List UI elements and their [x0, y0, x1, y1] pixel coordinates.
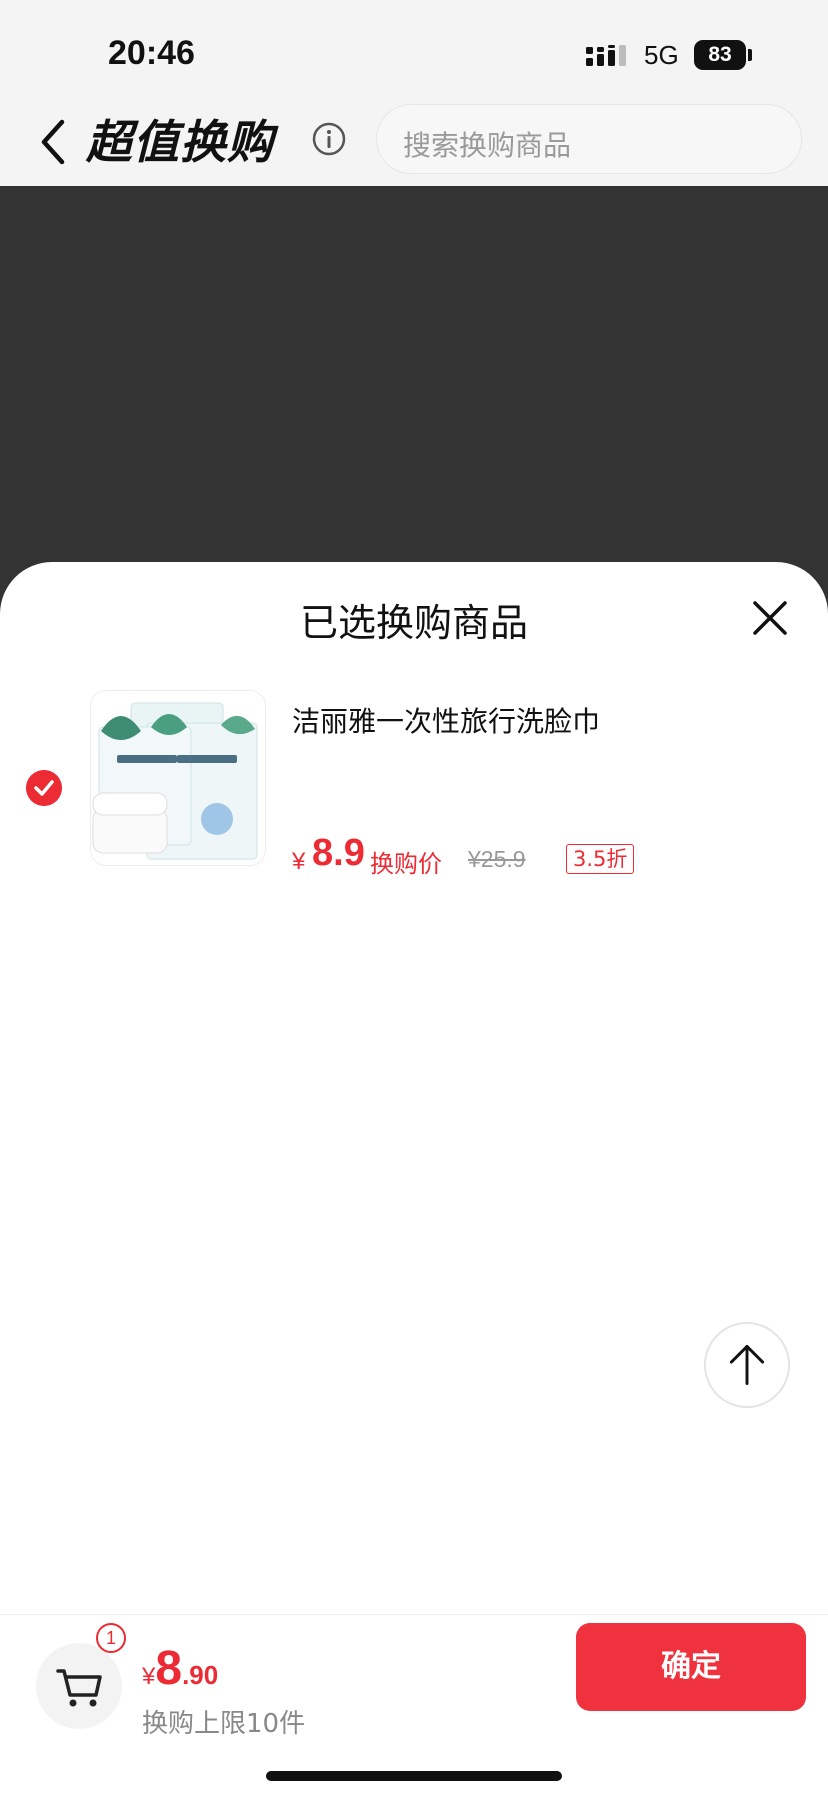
discount-badge: 3.5折: [566, 844, 635, 874]
sheet-title: 已选换购商品: [299, 601, 528, 645]
confirm-button[interactable]: 确定: [576, 1623, 806, 1711]
status-bar: 20:46 5G 83: [0, 0, 828, 100]
exchange-price-label: 换购价: [370, 850, 442, 878]
back-arrow-icon[interactable]: [36, 116, 70, 168]
total-price-dec: .90: [182, 1660, 219, 1690]
home-indicator[interactable]: [266, 1771, 562, 1781]
close-icon[interactable]: [750, 598, 790, 638]
status-time: 20:46: [108, 34, 195, 72]
search-placeholder: 搜索换购商品: [403, 129, 572, 162]
arrow-up-icon[interactable]: [704, 1322, 790, 1408]
exchange-price: 8.9: [312, 832, 365, 874]
checkout-bar: 1 ¥8.90 换购上限10件 确定: [0, 1614, 828, 1796]
page-title: 超值换购: [86, 115, 274, 169]
cart-icon: [56, 1669, 102, 1707]
total-price: ¥8.90: [142, 1641, 218, 1696]
original-price: ¥25.9: [468, 846, 526, 872]
battery-level: 83: [708, 43, 732, 66]
product-name[interactable]: 洁丽雅一次性旅行洗脸巾: [292, 700, 600, 740]
cart-button[interactable]: [36, 1643, 122, 1729]
check-icon[interactable]: [26, 770, 62, 806]
signal-icon: [586, 45, 626, 66]
info-icon[interactable]: [312, 122, 346, 156]
currency-symbol: ¥: [292, 848, 306, 875]
exchange-limit: 换购上限10件: [142, 1709, 306, 1739]
network-type: 5G: [644, 40, 679, 70]
cart-count-badge: 1: [96, 1623, 126, 1653]
product-image[interactable]: [90, 690, 266, 866]
selected-items-sheet: 已选换购商品 洁丽雅一次性旅行洗脸巾 ¥ 8.9 换购价 ¥25.9 3.5折: [0, 562, 828, 1795]
battery-icon: 83: [694, 40, 754, 70]
total-currency: ¥: [142, 1663, 156, 1690]
total-price-int: 8: [155, 1642, 183, 1695]
nav-bar: 超值换购 搜索换购商品: [0, 100, 828, 186]
search-input[interactable]: 搜索换购商品: [376, 104, 802, 174]
